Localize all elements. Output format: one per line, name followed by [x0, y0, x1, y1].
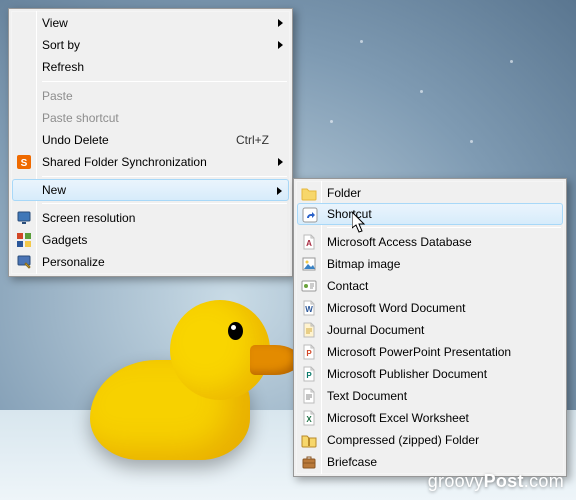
menu-separator — [327, 227, 561, 228]
publisher-icon: P — [301, 366, 317, 382]
submenu-arrow-icon — [278, 19, 283, 27]
menu-item-text-document[interactable]: Text Document — [297, 385, 563, 407]
menu-separator — [42, 203, 287, 204]
excel-icon: X — [301, 410, 317, 426]
menu-item-label: Briefcase — [327, 455, 543, 469]
desktop-wallpaper-duck — [70, 300, 270, 460]
svg-text:S: S — [21, 158, 28, 169]
menu-separator — [42, 81, 287, 82]
menu-item-label: Contact — [327, 279, 543, 293]
menu-item-shortcut[interactable]: Shortcut — [297, 203, 563, 225]
menu-item-label: New — [42, 183, 269, 197]
menu-item-briefcase[interactable]: Briefcase — [297, 451, 563, 473]
menu-item-journal-document[interactable]: Journal Document — [297, 319, 563, 341]
contact-icon — [301, 278, 317, 294]
menu-item-view[interactable]: View — [12, 12, 289, 34]
menu-item-folder[interactable]: Folder — [297, 182, 563, 204]
watermark-text-1: groovy — [428, 471, 484, 491]
submenu-arrow-icon — [278, 158, 283, 166]
menu-item-paste: Paste — [12, 85, 289, 107]
journal-icon — [301, 322, 317, 338]
menu-item-gadgets[interactable]: Gadgets — [12, 229, 289, 251]
menu-item-label: Gadgets — [42, 233, 269, 247]
menu-item-label: Sort by — [42, 38, 269, 52]
menu-item-refresh[interactable]: Refresh — [12, 56, 289, 78]
menu-item-label: Paste shortcut — [42, 111, 269, 125]
submenu-arrow-icon — [278, 41, 283, 49]
sync-s-icon: S — [16, 154, 32, 170]
access-icon: A — [301, 234, 317, 250]
menu-item-label: Microsoft PowerPoint Presentation — [327, 345, 543, 359]
menu-item-label: Microsoft Word Document — [327, 301, 543, 315]
menu-item-label: Compressed (zipped) Folder — [327, 433, 543, 447]
menu-item-compressed-zipped-folder[interactable]: Compressed (zipped) Folder — [297, 429, 563, 451]
desktop-context-menu: View Sort by Refresh Paste Paste shortcut Und… — [8, 8, 293, 277]
menu-item-microsoft-word-document[interactable]: W Microsoft Word Document — [297, 297, 563, 319]
menu-item-label: Undo Delete — [42, 133, 226, 147]
menu-item-undo-delete[interactable]: Undo Delete Ctrl+Z — [12, 129, 289, 151]
menu-item-label: Microsoft Access Database — [327, 235, 543, 249]
personalize-icon — [16, 254, 32, 270]
folder-icon — [301, 185, 317, 201]
menu-item-accelerator: Ctrl+Z — [236, 133, 269, 147]
menu-item-label: Personalize — [42, 255, 269, 269]
shortcut-icon — [302, 207, 318, 223]
text-icon — [301, 388, 317, 404]
svg-text:A: A — [306, 239, 312, 248]
menu-item-label: Folder — [327, 186, 543, 200]
menu-item-label: Shared Folder Synchronization — [42, 155, 269, 169]
menu-item-label: Microsoft Publisher Document — [327, 367, 543, 381]
watermark-text-3: .com — [524, 471, 564, 491]
monitor-icon — [16, 210, 32, 226]
menu-item-label: Bitmap image — [327, 257, 543, 271]
menu-item-microsoft-publisher-document[interactable]: P Microsoft Publisher Document — [297, 363, 563, 385]
bitmap-icon — [301, 256, 317, 272]
gadgets-icon — [16, 232, 32, 248]
menu-item-screen-resolution[interactable]: Screen resolution — [12, 207, 289, 229]
svg-text:W: W — [305, 305, 313, 314]
menu-item-microsoft-access-database[interactable]: A Microsoft Access Database — [297, 231, 563, 253]
ppt-icon: P — [301, 344, 317, 360]
menu-item-contact[interactable]: Contact — [297, 275, 563, 297]
menu-item-label: Microsoft Excel Worksheet — [327, 411, 543, 425]
menu-item-label: Journal Document — [327, 323, 543, 337]
menu-item-paste-shortcut: Paste shortcut — [12, 107, 289, 129]
menu-item-shared-folder-synchronization[interactable]: S Shared Folder Synchronization — [12, 151, 289, 173]
svg-text:P: P — [306, 371, 312, 380]
menu-item-label: Text Document — [327, 389, 543, 403]
menu-item-personalize[interactable]: Personalize — [12, 251, 289, 273]
menu-item-new[interactable]: New — [12, 179, 289, 201]
word-icon: W — [301, 300, 317, 316]
new-submenu: Folder Shortcut A Microsoft Access Database… — [293, 178, 567, 477]
watermark: groovyPost.com — [428, 471, 564, 492]
menu-item-label: Paste — [42, 89, 269, 103]
briefcase-icon — [301, 454, 317, 470]
menu-item-sort-by[interactable]: Sort by — [12, 34, 289, 56]
watermark-text-2: Post — [484, 471, 524, 491]
menu-item-microsoft-excel-worksheet[interactable]: X Microsoft Excel Worksheet — [297, 407, 563, 429]
menu-item-label: Refresh — [42, 60, 269, 74]
menu-item-label: View — [42, 16, 269, 30]
submenu-arrow-icon — [277, 187, 282, 195]
zip-icon — [301, 432, 317, 448]
menu-item-label: Screen resolution — [42, 211, 269, 225]
menu-item-label: Shortcut — [327, 207, 543, 221]
menu-item-microsoft-powerpoint-presentation[interactable]: P Microsoft PowerPoint Presentation — [297, 341, 563, 363]
svg-text:X: X — [306, 415, 312, 424]
menu-separator — [42, 176, 287, 177]
menu-item-bitmap-image[interactable]: Bitmap image — [297, 253, 563, 275]
svg-text:P: P — [306, 349, 312, 358]
